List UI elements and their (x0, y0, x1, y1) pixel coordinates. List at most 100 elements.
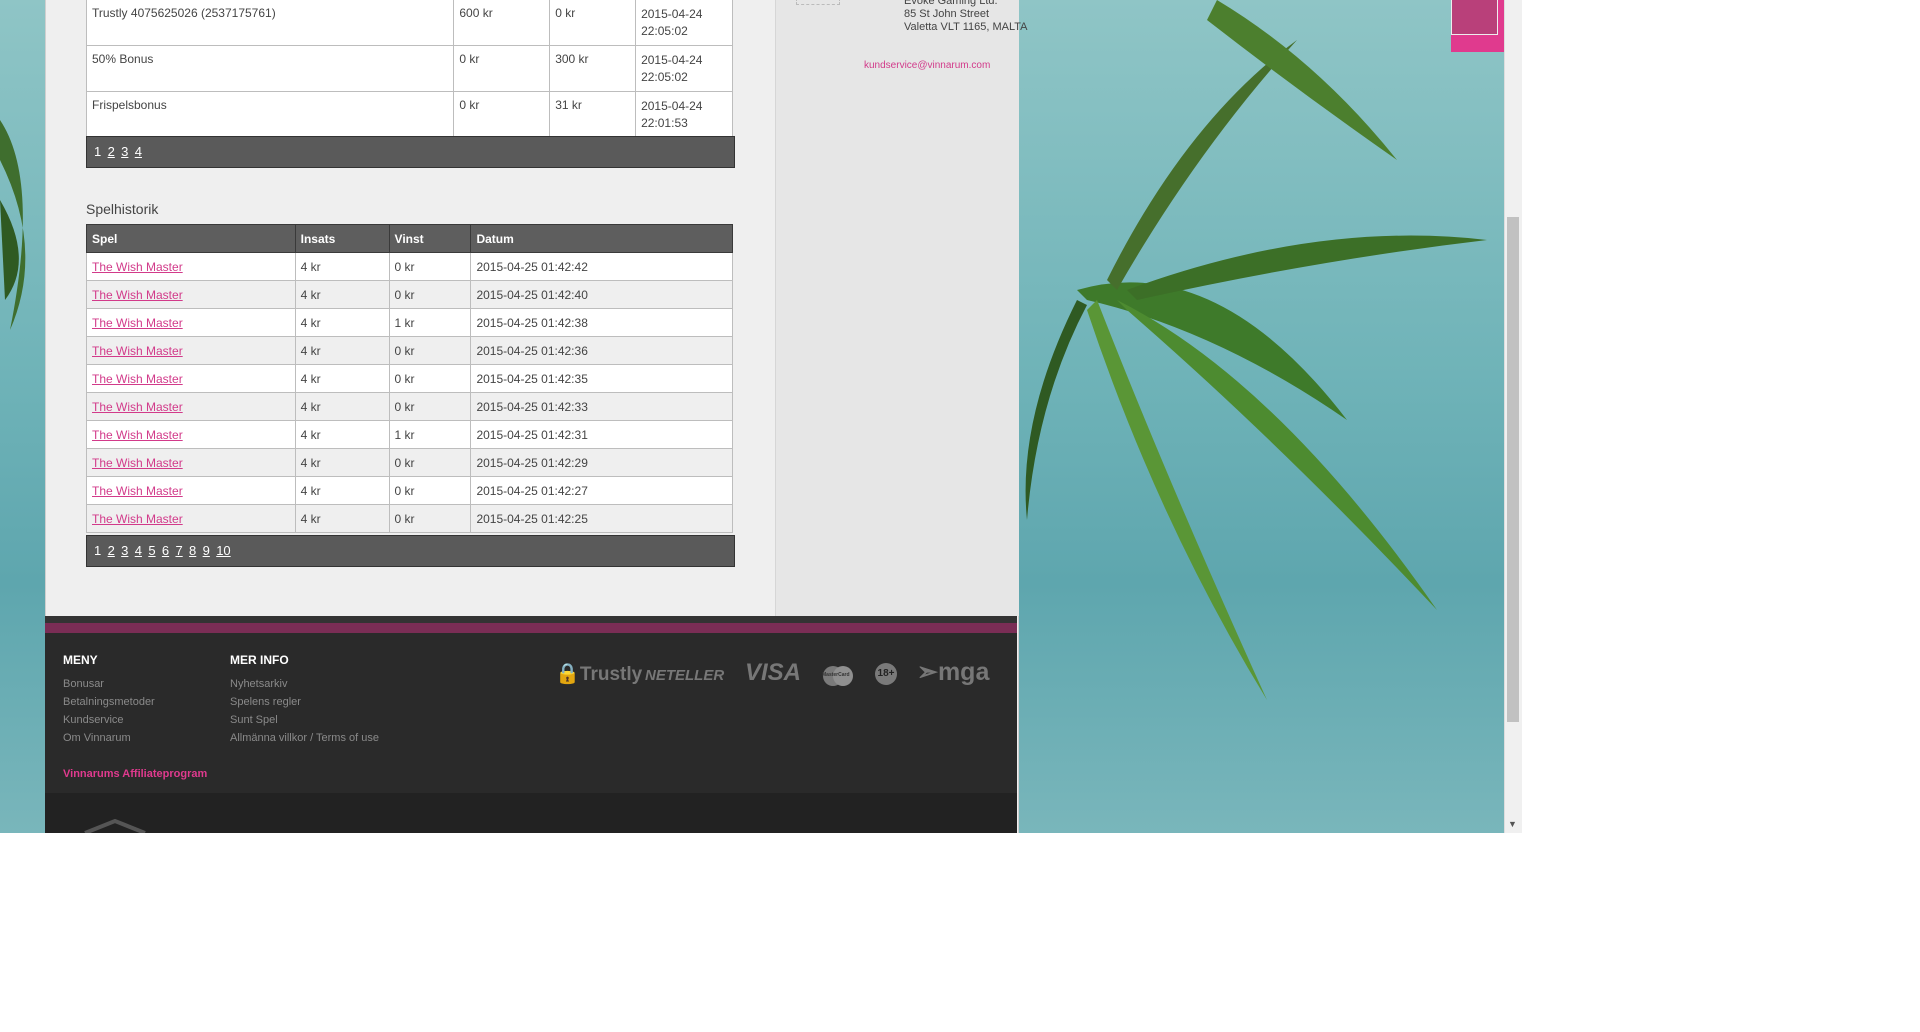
footer-accent-strip (45, 616, 1017, 633)
bet-amount: 4 kr (300, 455, 321, 470)
table-header-row: Spel Insats Vinst Datum (86, 224, 733, 253)
affiliate-program-link[interactable]: Vinnarums Affiliateprogram (63, 768, 207, 780)
page-link-3[interactable]: 3 (121, 137, 128, 167)
footer-link-kundservice[interactable]: Kundservice (63, 711, 155, 729)
palm-leaves-right-decoration (1025, 0, 1487, 700)
page-link-2[interactable]: 2 (108, 137, 115, 167)
transaction-bonus: 31 kr (549, 91, 637, 138)
cell-win: 0 kr (388, 280, 472, 309)
cell-win: 0 kr (388, 336, 472, 365)
scrollbar-thumb[interactable] (1507, 217, 1519, 722)
footer-link-betalningsmetoder[interactable]: Betalningsmetoder (63, 693, 155, 711)
header-date: Datum (470, 224, 733, 253)
play-date: 2015-04-25 01:42:33 (476, 399, 588, 414)
footer-link-om-vinnarum[interactable]: Om Vinnarum (63, 729, 155, 747)
page-link-10[interactable]: 10 (216, 536, 230, 566)
company-street: 85 St John Street (904, 8, 989, 20)
game-link[interactable]: The Wish Master (92, 484, 183, 498)
visa-logo: VISA (745, 659, 802, 686)
page-link-2[interactable]: 2 (108, 536, 115, 566)
bet-amount: 4 kr (300, 343, 321, 358)
bet-amount: 4 kr (300, 315, 321, 330)
footer-link-spelens-regler[interactable]: Spelens regler (230, 693, 379, 711)
game-link[interactable]: The Wish Master (92, 372, 183, 386)
footer-link-nyhetsarkiv[interactable]: Nyhetsarkiv (230, 675, 379, 693)
bet-amount: 4 kr (300, 287, 321, 302)
table-row: The Wish Master 4 kr 0 kr 2015-04-25 01:42:… (86, 476, 733, 505)
footer-info-column: MER INFO Nyhetsarkiv Spelens regler Sunt… (230, 653, 379, 747)
footer-link-bonusar[interactable]: Bonusar (63, 675, 155, 693)
header-game: Spel (86, 224, 296, 253)
table-row: The Wish Master 4 kr 0 kr 2015-04-25 01:42:… (86, 252, 733, 281)
header-bet: Insats (294, 224, 390, 253)
company-city: Valetta VLT 1165, MALTA (904, 21, 1028, 33)
page-link-7[interactable]: 7 (175, 536, 182, 566)
age-limit-badge: 18+ (875, 663, 897, 685)
transaction-bonus: 0 kr (549, 0, 637, 46)
cell-game: The Wish Master (86, 336, 296, 365)
cell-bet: 4 kr (294, 420, 390, 449)
game-link[interactable]: The Wish Master (92, 512, 183, 526)
time-text: 22:05:02 (641, 24, 688, 38)
transaction-date: 2015-04-24 22:01:53 (635, 91, 733, 138)
cell-date: 2015-04-25 01:42:42 (470, 252, 733, 281)
transaction-amount: 0 kr (453, 91, 551, 138)
transaction-description: Frispelsbonus (85, 91, 455, 138)
table-row: The Wish Master 4 kr 0 kr 2015-04-25 01:42:… (86, 336, 733, 365)
cell-bet: 4 kr (294, 308, 390, 337)
win-amount: 0 kr (394, 259, 415, 274)
transaction-description: 50% Bonus (85, 45, 455, 92)
win-amount: 1 kr (394, 315, 415, 330)
page-link-8[interactable]: 8 (189, 536, 196, 566)
cell-game: The Wish Master (86, 448, 296, 477)
game-link[interactable]: The Wish Master (92, 344, 183, 358)
table-row: The Wish Master 4 kr 0 kr 2015-04-25 01:42:… (86, 364, 733, 393)
cell-bet: 4 kr (294, 336, 390, 365)
page-link-3[interactable]: 3 (121, 536, 128, 566)
page-link-4[interactable]: 4 (135, 536, 142, 566)
game-link[interactable]: The Wish Master (92, 316, 183, 330)
game-link[interactable]: The Wish Master (92, 288, 183, 302)
cell-bet: 4 kr (294, 504, 390, 533)
right-sidebar: Evoke Gaming Ltd. 85 St John Street Vale… (775, 0, 1028, 616)
footer-link-terms[interactable]: Allmänna villkor / Terms of use (230, 729, 379, 747)
page-link-4[interactable]: 4 (135, 137, 142, 167)
cell-game: The Wish Master (86, 420, 296, 449)
table-row: 50% Bonus 0 kr 300 kr 2015-04-24 22:05:02 (85, 45, 733, 92)
cell-game: The Wish Master (86, 392, 296, 421)
game-link[interactable]: The Wish Master (92, 260, 183, 274)
cell-bet: 4 kr (294, 476, 390, 505)
page-link-1[interactable]: 1 (94, 137, 101, 167)
promo-corner-image (1451, 0, 1498, 35)
transactions-table: Trustly 4075625026 (2537175761) 600 kr 0… (85, 0, 733, 138)
play-date: 2015-04-25 01:42:42 (476, 259, 588, 274)
trustly-logo: 🔒Trustly (555, 661, 642, 686)
page-link-6[interactable]: 6 (162, 536, 169, 566)
cell-date: 2015-04-25 01:42:27 (470, 476, 733, 505)
support-email-link[interactable]: kundservice@vinnarum.com (864, 60, 990, 71)
play-date: 2015-04-25 01:42:31 (476, 427, 588, 442)
win-amount: 1 kr (394, 427, 415, 442)
cell-game: The Wish Master (86, 280, 296, 309)
win-amount: 0 kr (394, 483, 415, 498)
cell-date: 2015-04-25 01:42:29 (470, 448, 733, 477)
bet-amount: 4 kr (300, 427, 321, 442)
lock-icon: 🔒 (555, 663, 580, 685)
date-text: 2015-04-24 (641, 7, 703, 21)
transaction-bonus: 300 kr (549, 45, 637, 92)
vertical-scrollbar[interactable]: ▼ (1504, 0, 1522, 833)
page-link-5[interactable]: 5 (148, 536, 155, 566)
bet-amount: 4 kr (300, 511, 321, 526)
footer-link-sunt-spel[interactable]: Sunt Spel (230, 711, 379, 729)
page-link-1[interactable]: 1 (94, 536, 101, 566)
mga-logo-text: mga (937, 658, 990, 686)
bet-amount: 4 kr (300, 483, 321, 498)
game-link[interactable]: The Wish Master (92, 400, 183, 414)
game-link[interactable]: The Wish Master (92, 428, 183, 442)
play-date: 2015-04-25 01:42:38 (476, 315, 588, 330)
table-row: The Wish Master 4 kr 1 kr 2015-04-25 01:42:… (86, 420, 733, 449)
play-date: 2015-04-25 01:42:29 (476, 455, 588, 470)
page-link-9[interactable]: 9 (203, 536, 210, 566)
game-link[interactable]: The Wish Master (92, 456, 183, 470)
scroll-down-arrow-icon[interactable]: ▼ (1508, 819, 1517, 829)
